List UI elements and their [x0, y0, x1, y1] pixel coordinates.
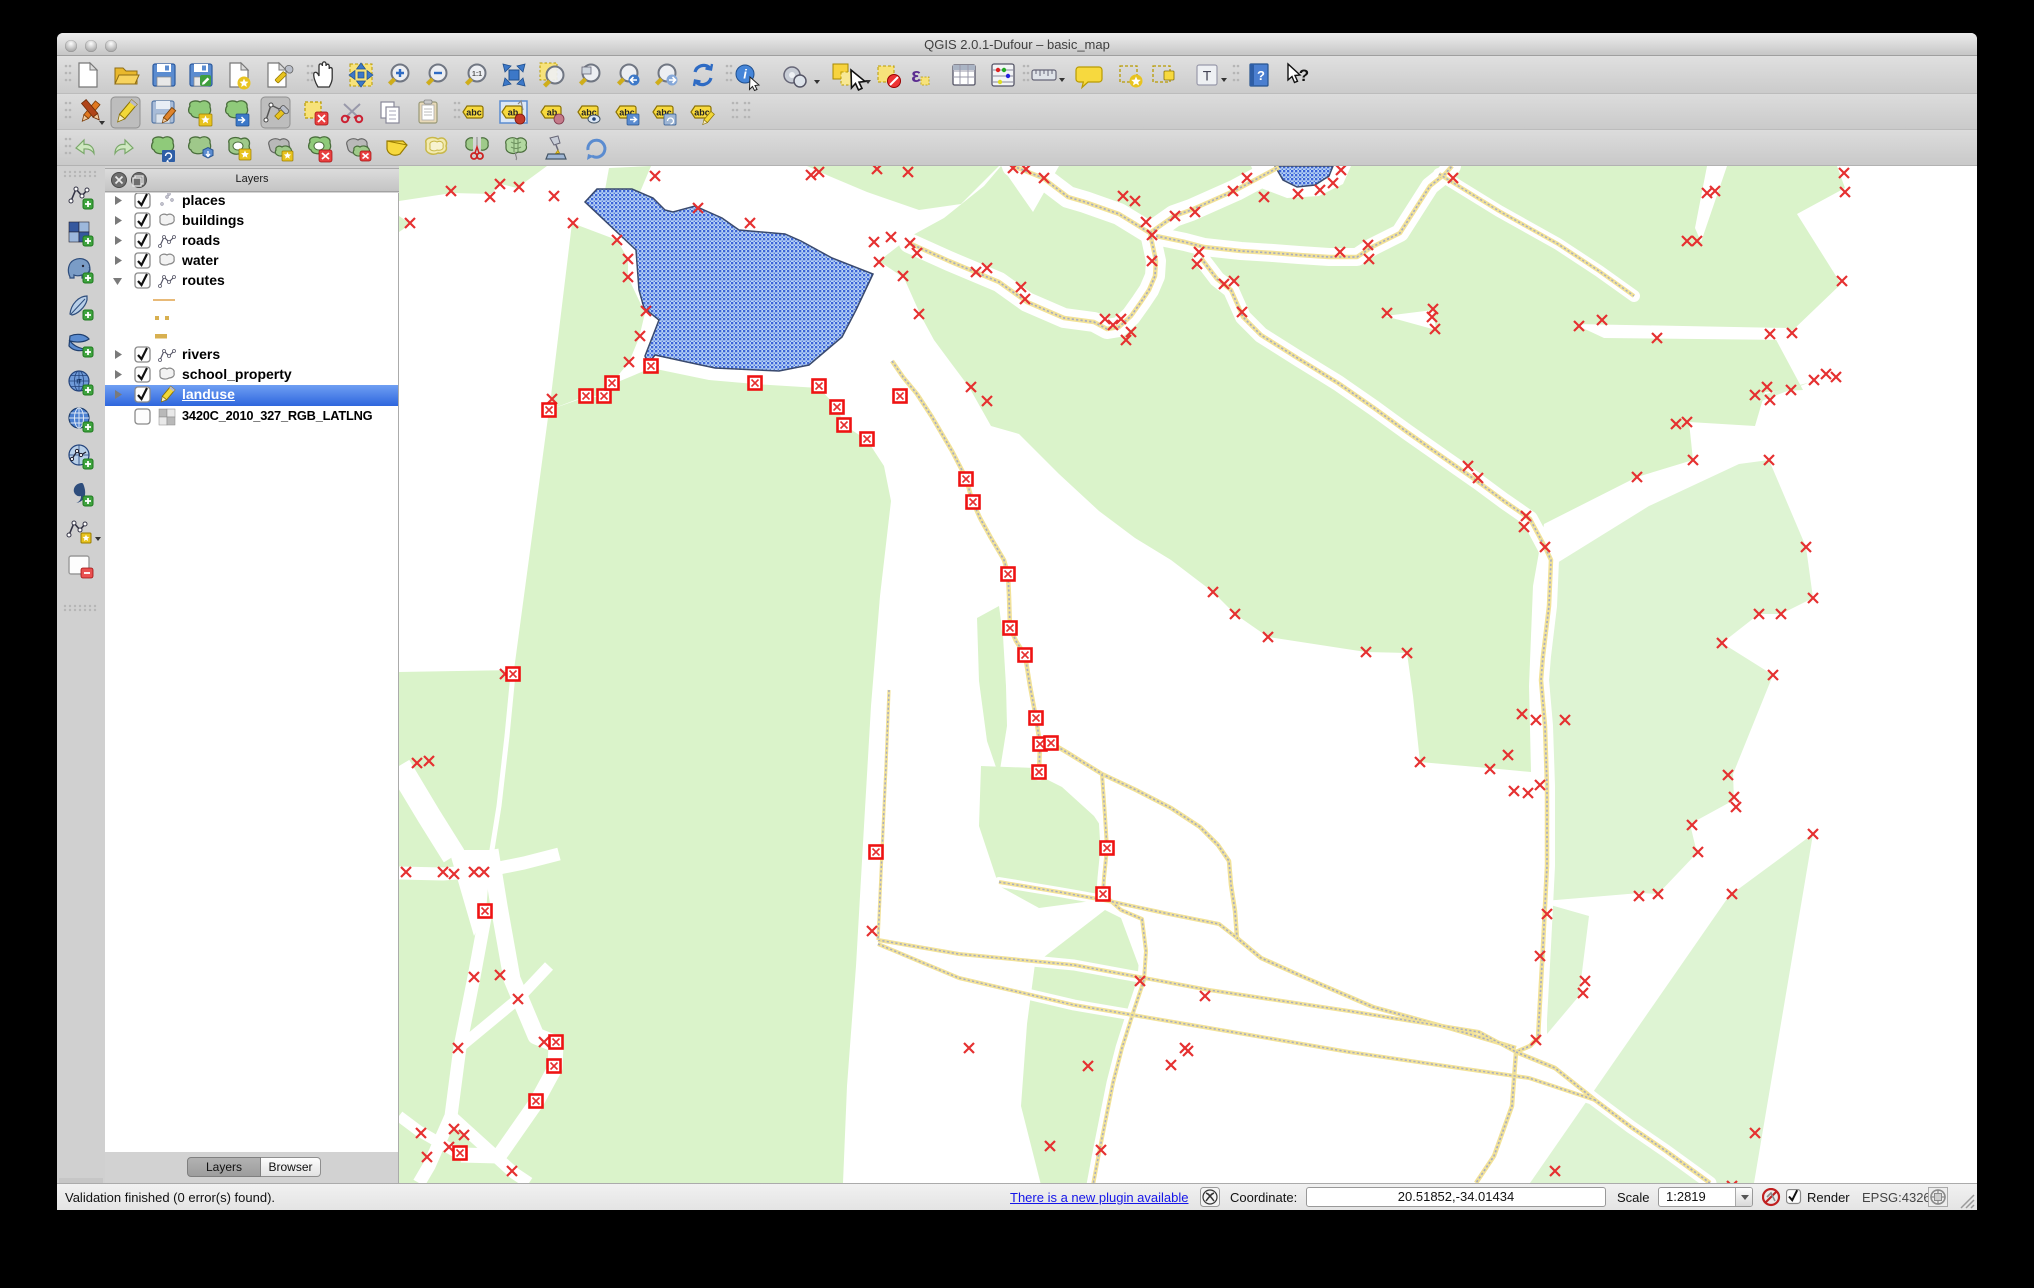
svg-text:1:1: 1:1: [472, 71, 482, 78]
svg-text:?: ?: [1299, 66, 1309, 85]
svg-text:T: T: [1203, 68, 1212, 84]
svg-text:ε: ε: [911, 65, 921, 87]
svg-text:?: ?: [1257, 68, 1265, 83]
svg-text:i: i: [743, 67, 747, 82]
svg-text:abc: abc: [466, 108, 482, 118]
svg-text:IT: IT: [76, 380, 82, 386]
